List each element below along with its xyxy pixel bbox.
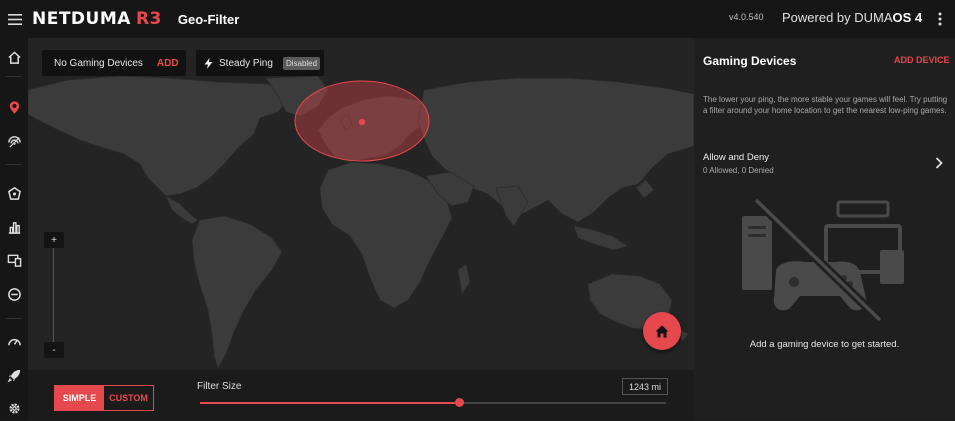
home-icon: [655, 325, 669, 337]
gear-icon[interactable]: [0, 395, 28, 421]
netduma-logo: NETDUMA R3: [32, 9, 162, 29]
steady-ping-label: Steady Ping: [219, 57, 273, 69]
panel-description: The lower your ping, the more stable you…: [703, 95, 948, 115]
menu-icon[interactable]: [0, 0, 30, 38]
zoom-track[interactable]: [53, 236, 54, 352]
zoom-in-button[interactable]: +: [44, 232, 64, 248]
logo-main: NETDUMA: [32, 9, 131, 29]
filter-size-label: Filter Size: [197, 381, 242, 392]
gaming-devices-pill: No Gaming Devices ADD: [42, 50, 186, 76]
world-map-graphic: [28, 75, 694, 369]
simple-mode-button[interactable]: SIMPLE: [55, 386, 104, 410]
world-map[interactable]: [28, 38, 694, 370]
more-options-icon[interactable]: [933, 9, 947, 29]
block-icon[interactable]: [0, 281, 28, 307]
lightning-icon: [204, 57, 213, 69]
home-icon[interactable]: [0, 44, 28, 70]
powered-suffix: OS 4: [892, 10, 923, 25]
geo-filter-icon[interactable]: [0, 94, 28, 120]
add-device-link[interactable]: ADD: [157, 58, 179, 69]
chart-icon[interactable]: [0, 214, 28, 240]
filter-size-value[interactable]: 1243 mi: [622, 378, 668, 395]
side-nav: [0, 38, 28, 420]
devices-label: No Gaming Devices: [54, 57, 143, 69]
filter-size-slider-thumb[interactable]: [454, 398, 464, 407]
add-device-button[interactable]: ADD DEVICE: [894, 55, 950, 65]
no-devices-illustration-icon: [742, 198, 904, 323]
steady-ping-pill[interactable]: Steady Ping Disabled: [196, 50, 324, 76]
allow-deny-counts: 0 Allowed, 0 Denied: [703, 166, 774, 175]
filter-size-slider-fill: [200, 402, 460, 404]
panel-title: Gaming Devices: [703, 54, 797, 68]
page-title: Geo-Filter: [177, 11, 240, 27]
custom-mode-button[interactable]: CUSTOM: [104, 386, 153, 410]
filter-mode-toggle: SIMPLE CUSTOM: [54, 385, 154, 411]
speedometer-icon[interactable]: [0, 328, 28, 354]
logo-model: R3: [135, 9, 162, 29]
rocket-icon[interactable]: [0, 362, 28, 388]
recenter-home-button[interactable]: [643, 312, 681, 350]
home-location-marker[interactable]: [358, 118, 366, 126]
empty-state-text: Add a gaming device to get started.: [749, 339, 900, 350]
powered-by: Powered by DUMAOS 4: [782, 10, 922, 25]
zoom-out-button[interactable]: -: [44, 342, 64, 358]
powered-prefix: Powered by DUMA: [782, 10, 893, 25]
allow-deny-title[interactable]: Allow and Deny: [703, 152, 769, 163]
ping-heatmap-icon[interactable]: [0, 128, 28, 154]
steady-ping-status: Disabled: [282, 56, 321, 70]
version-label: v4.0.540: [729, 12, 764, 22]
chevron-right-icon[interactable]: [935, 156, 943, 174]
shield-icon[interactable]: [0, 180, 28, 206]
devices-icon[interactable]: [0, 247, 28, 273]
